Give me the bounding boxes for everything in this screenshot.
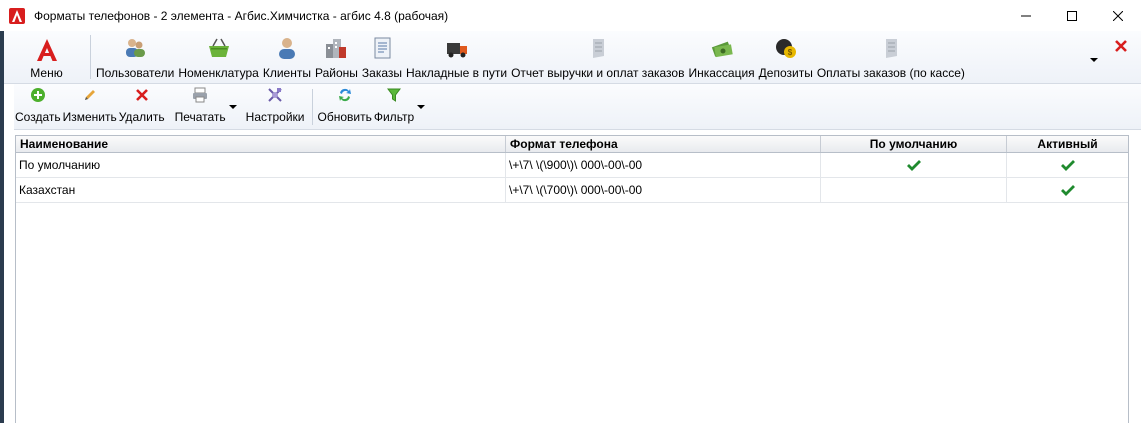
column-header-name[interactable]: Наименование bbox=[16, 136, 506, 152]
buildings-icon bbox=[324, 36, 348, 60]
left-gutter bbox=[4, 84, 14, 423]
window-title: Форматы телефонов - 2 элемента - Агбис.Х… bbox=[34, 8, 449, 23]
print-label: Печатать bbox=[174, 110, 226, 124]
column-header-default[interactable]: По умолчанию bbox=[821, 136, 1007, 152]
close-icon bbox=[1113, 10, 1123, 21]
truck-icon bbox=[445, 36, 469, 60]
ribbon-districts-label: Районы bbox=[314, 66, 358, 80]
delete-label: Удалить bbox=[118, 110, 165, 124]
table-row[interactable]: По умолчанию \+\7\ \(\900\)\ 000\-00\-00 bbox=[16, 153, 1128, 178]
ribbon-deposits-button[interactable]: $ Депозиты bbox=[757, 31, 815, 84]
ribbon-orders-label: Заказы bbox=[361, 66, 403, 80]
cell-default bbox=[821, 153, 1007, 177]
users-icon bbox=[123, 36, 147, 60]
delete-icon bbox=[133, 86, 151, 104]
ribbon-overflow-icon[interactable] bbox=[1088, 53, 1100, 65]
ribbon-revenue-report-button[interactable]: Отчет выручки и оплат заказов bbox=[509, 31, 686, 84]
table-header: Наименование Формат телефона По умолчани… bbox=[16, 136, 1128, 153]
cell-default bbox=[821, 178, 1007, 202]
ribbon-order-payments-button[interactable]: Оплаты заказов (по кассе) bbox=[815, 31, 967, 84]
toolbar-separator bbox=[311, 89, 313, 125]
coins-icon: $ bbox=[774, 36, 798, 60]
close-window-button[interactable] bbox=[1095, 0, 1141, 31]
client-icon bbox=[275, 36, 299, 60]
cell-format: \+\7\ \(\700\)\ 000\-00\-00 bbox=[506, 178, 821, 202]
table-row[interactable]: Казахстан \+\7\ \(\700\)\ 000\-00\-00 bbox=[16, 178, 1128, 203]
minimize-icon bbox=[1021, 15, 1031, 16]
phone-formats-table: Наименование Формат телефона По умолчани… bbox=[15, 135, 1129, 423]
ribbon-nomenclature-button[interactable]: Номенклатура bbox=[176, 31, 261, 84]
create-label: Создать bbox=[15, 110, 61, 124]
money-icon bbox=[710, 36, 734, 60]
chevron-down-icon bbox=[228, 105, 237, 109]
refresh-label: Обновить bbox=[317, 110, 372, 124]
ribbon-waybills-label: Накладные в пути bbox=[406, 66, 508, 80]
menu-button[interactable]: Меню bbox=[4, 31, 89, 84]
delete-button[interactable]: Удалить bbox=[118, 84, 166, 130]
basket-icon bbox=[207, 36, 231, 60]
ribbon-deposits-label: Депозиты bbox=[758, 66, 813, 80]
print-dropdown[interactable] bbox=[227, 84, 239, 130]
app-logo-icon bbox=[9, 7, 25, 24]
action-toolbar: Создать Изменить Удалить Печатать Настро… bbox=[14, 84, 1141, 130]
column-header-format[interactable]: Формат телефона bbox=[506, 136, 821, 152]
edit-button[interactable]: Изменить bbox=[62, 84, 118, 130]
column-header-active[interactable]: Активный bbox=[1007, 136, 1128, 152]
ribbon-separator bbox=[90, 35, 91, 79]
ribbon-users-button[interactable]: Пользователи bbox=[94, 31, 176, 84]
pencil-icon bbox=[81, 86, 99, 104]
printer-icon bbox=[191, 86, 209, 104]
ribbon-clients-label: Клиенты bbox=[262, 66, 311, 80]
ribbon-districts-button[interactable]: Районы bbox=[313, 31, 360, 84]
checkmark-icon bbox=[1060, 160, 1075, 171]
ribbon-close-icon[interactable] bbox=[1114, 39, 1128, 53]
settings-label: Настройки bbox=[245, 110, 305, 124]
ribbon-collection-button[interactable]: Инкассация bbox=[686, 31, 756, 84]
cell-active bbox=[1007, 153, 1128, 177]
ribbon-nomenclature-label: Номенклатура bbox=[178, 66, 259, 80]
report-icon bbox=[586, 36, 610, 60]
ribbon-orders-button[interactable]: Заказы bbox=[360, 31, 404, 84]
filter-label: Фильтр bbox=[373, 110, 415, 124]
filter-icon bbox=[385, 86, 403, 104]
ribbon-collection-label: Инкассация bbox=[688, 66, 755, 80]
edit-label: Изменить bbox=[62, 110, 117, 124]
ribbon-waybills-button[interactable]: Накладные в пути bbox=[404, 31, 509, 84]
ribbon-users-label: Пользователи bbox=[96, 66, 175, 80]
cell-name: Казахстан bbox=[16, 178, 506, 202]
add-icon bbox=[29, 86, 47, 104]
settings-button[interactable]: Настройки bbox=[245, 84, 306, 130]
chevron-down-icon bbox=[417, 105, 426, 109]
title-bar: Форматы телефонов - 2 элемента - Агбис.Х… bbox=[0, 0, 1141, 31]
menu-label: Меню bbox=[30, 66, 63, 80]
agbis-logo-icon bbox=[32, 36, 62, 64]
cell-active bbox=[1007, 178, 1128, 202]
report-icon bbox=[879, 36, 903, 60]
create-button[interactable]: Создать bbox=[14, 84, 62, 130]
maximize-icon bbox=[1067, 10, 1077, 21]
maximize-button[interactable] bbox=[1049, 0, 1095, 31]
svg-text:$: $ bbox=[788, 48, 793, 57]
settings-icon bbox=[266, 86, 284, 104]
print-button[interactable]: Печатать bbox=[174, 84, 227, 130]
checkmark-icon bbox=[906, 160, 921, 171]
filter-button[interactable]: Фильтр bbox=[373, 84, 415, 130]
filter-dropdown[interactable] bbox=[415, 84, 427, 130]
ribbon-clients-button[interactable]: Клиенты bbox=[261, 31, 313, 84]
document-icon bbox=[370, 36, 394, 60]
checkmark-icon bbox=[1060, 185, 1075, 196]
ribbon-order-payments-label: Оплаты заказов (по кассе) bbox=[816, 66, 965, 80]
refresh-button[interactable]: Обновить bbox=[317, 84, 373, 130]
ribbon-revenue-report-label: Отчет выручки и оплат заказов bbox=[511, 66, 685, 80]
minimize-button[interactable] bbox=[1003, 0, 1049, 31]
right-gutter bbox=[1129, 130, 1141, 423]
cell-name: По умолчанию bbox=[16, 153, 506, 177]
main-ribbon: Меню Пользователи Номенклатура Клиенты Р… bbox=[4, 31, 1141, 84]
refresh-icon bbox=[336, 86, 354, 104]
cell-format: \+\7\ \(\900\)\ 000\-00\-00 bbox=[506, 153, 821, 177]
